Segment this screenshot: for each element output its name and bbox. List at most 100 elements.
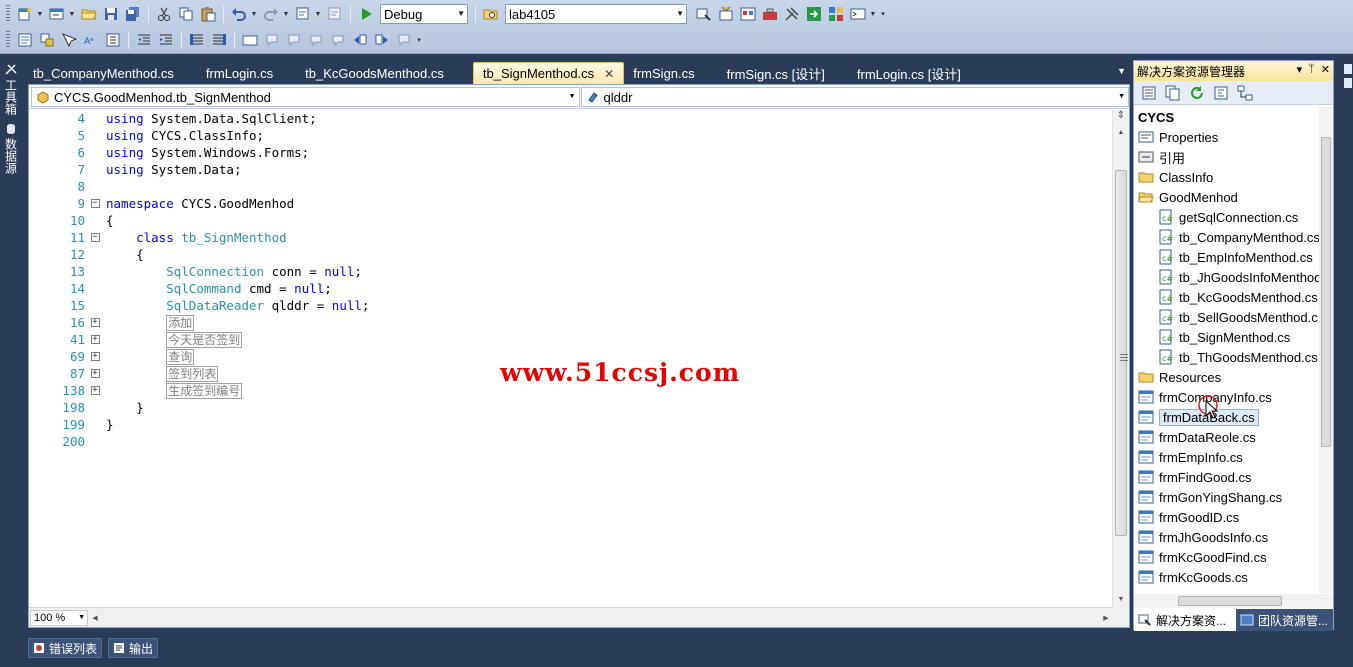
horizontal-scrollbar[interactable]: 100 % ▼ ◀ ▶ <box>29 607 1113 627</box>
expand-icon[interactable]: + <box>90 369 100 378</box>
code-line[interactable]: 12 { <box>29 246 1113 263</box>
split-handle-icon[interactable]: ⇕ <box>1115 110 1127 124</box>
cut-icon[interactable] <box>155 5 173 23</box>
types-dropdown[interactable]: CYCS.GoodMenhod.tb_SignMenthod ▼ <box>31 87 580 107</box>
close-icon[interactable]: ✕ <box>1321 63 1330 76</box>
tab-error-list[interactable]: 错误列表 <box>28 638 103 658</box>
next-bookmark-in-document-icon[interactable] <box>373 31 391 49</box>
start-page-icon[interactable] <box>805 5 823 23</box>
solution-config-select[interactable]: Debug ▼ <box>380 4 468 24</box>
tree-item[interactable]: Resources <box>1138 367 1221 387</box>
tree-item[interactable]: c# tb_SellGoodsMenthod.c <box>1158 307 1318 327</box>
collapsed-region[interactable]: 查询 <box>166 349 195 365</box>
tree-item[interactable]: frmKcGoodFind.cs <box>1138 547 1267 567</box>
start-debugging-icon[interactable] <box>357 5 375 23</box>
code-line[interactable]: 5 using CYCS.ClassInfo; <box>29 127 1113 144</box>
tab-solution-explorer[interactable]: 解决方案资... <box>1134 609 1236 631</box>
comment-lines-icon[interactable] <box>188 31 206 49</box>
chevron-down-icon[interactable]: ▼ <box>250 5 258 23</box>
chevron-down-icon[interactable]: ▼ <box>78 614 85 621</box>
code-line[interactable]: 15 SqlDataReader qlddr = null; <box>29 297 1113 314</box>
tree-item[interactable]: Properties <box>1138 127 1218 147</box>
tree-item[interactable]: c# tb_KcGoodsMenthod.cs <box>1158 287 1318 307</box>
class-diagram-icon[interactable] <box>1236 84 1254 102</box>
solution-horizontal-scrollbar[interactable] <box>1134 594 1333 608</box>
copy-icon[interactable] <box>177 5 195 23</box>
solution-tree[interactable]: CYCS Properties 引用 ClassInfo GoodMenhod c# get… <box>1134 107 1320 594</box>
scroll-thumb[interactable] <box>1115 170 1128 536</box>
outline-icon[interactable] <box>104 31 122 49</box>
auto-hide-pin-icon[interactable]: ᛘ <box>1308 63 1315 76</box>
tab-team-explorer[interactable]: 团队资源管... <box>1236 609 1333 631</box>
tree-item[interactable]: CYCS <box>1138 107 1174 127</box>
new-project-icon[interactable] <box>16 5 34 23</box>
solution-explorer-icon[interactable] <box>695 5 713 23</box>
members-dropdown[interactable]: qlddr ▼ <box>580 87 1129 107</box>
open-folder-icon[interactable] <box>80 5 98 23</box>
code-line[interactable]: 8 <box>29 178 1113 195</box>
tree-item[interactable]: c# getSqlConnection.cs <box>1158 207 1298 227</box>
vertical-scrollbar[interactable]: ⇕ ▲ ▼ <box>1112 110 1129 607</box>
zoom-select[interactable]: 100 % ▼ <box>30 609 88 626</box>
tree-item[interactable]: 引用 <box>1138 147 1185 167</box>
undo-icon[interactable] <box>230 5 248 23</box>
tab-frmlogin-designer[interactable]: frmLogin.cs [设计] <box>848 62 970 84</box>
word-completion-icon[interactable]: Aᵃ <box>82 31 100 49</box>
tree-item[interactable]: frmDataReole.cs <box>1138 427 1256 447</box>
tree-item[interactable]: c# tb_CompanyMenthod.cs <box>1158 227 1320 247</box>
find-in-files-icon[interactable] <box>482 5 500 23</box>
tools-icon[interactable] <box>783 5 801 23</box>
increase-indent-icon[interactable] <box>157 31 175 49</box>
parameter-info-icon[interactable] <box>38 31 56 49</box>
chevron-down-icon[interactable]: ▼ <box>569 93 576 100</box>
code-line[interactable]: 14 SqlCommand cmd = null; <box>29 280 1113 297</box>
show-all-files-icon[interactable] <box>1164 84 1182 102</box>
next-bookmark-in-folder-icon[interactable] <box>329 31 347 49</box>
tree-item[interactable]: c# tb_ThGoodsMenthod.cs <box>1158 347 1318 367</box>
tab-tb-companymenthod[interactable]: tb_CompanyMenthod.cs <box>24 62 183 84</box>
decrease-indent-icon[interactable] <box>135 31 153 49</box>
tree-item[interactable]: frmEmpInfo.cs <box>1138 447 1243 467</box>
toolbar-overflow-icon[interactable]: ▾ <box>415 31 423 49</box>
code-line[interactable]: 199} <box>29 416 1113 433</box>
code-line[interactable]: 200 <box>29 433 1113 450</box>
chevron-down-icon[interactable]: ▼ <box>457 9 465 18</box>
scroll-right-icon[interactable]: ▶ <box>1099 614 1113 622</box>
collapsed-region[interactable]: 今天是否签到 <box>166 332 243 348</box>
toolbox-icon[interactable] <box>761 5 779 23</box>
scroll-thumb[interactable] <box>1178 596 1282 606</box>
tree-item[interactable]: frmJhGoodsInfo.cs <box>1138 527 1268 547</box>
code-line[interactable]: 10 { <box>29 212 1113 229</box>
code-line[interactable]: 4 using System.Data.SqlClient; <box>29 110 1113 127</box>
code-line[interactable]: 41 + 今天是否签到 <box>29 331 1113 348</box>
refresh-icon[interactable] <box>1188 84 1206 102</box>
toolbar-grip[interactable] <box>6 5 10 23</box>
collapse-icon[interactable]: − <box>90 199 100 208</box>
save-all-icon[interactable] <box>124 5 142 23</box>
window-position-icon[interactable]: ▾ <box>1297 63 1303 76</box>
collapsed-region[interactable]: 添加 <box>166 315 195 331</box>
expand-icon[interactable]: + <box>90 352 100 361</box>
code-line[interactable]: 11− class tb_SignMenthod <box>29 229 1113 246</box>
collapse-icon[interactable]: − <box>90 233 100 242</box>
toolbar-grip[interactable] <box>6 31 10 49</box>
previous-bookmark-in-folder-icon[interactable] <box>307 31 325 49</box>
scroll-up-icon[interactable]: ▲ <box>1113 126 1129 140</box>
active-files-dropdown-icon[interactable]: ▼ <box>1117 66 1126 76</box>
display-object-member-list-icon[interactable] <box>16 31 34 49</box>
chevron-down-icon[interactable]: ▼ <box>676 9 684 18</box>
quick-info-icon[interactable] <box>60 31 78 49</box>
data-sources-tab[interactable]: 数据源 <box>1 119 21 178</box>
code-line[interactable]: 7 using System.Data; <box>29 161 1113 178</box>
code-line[interactable]: 6 using System.Windows.Forms; <box>29 144 1113 161</box>
tab-tb-signmenthod[interactable]: tb_SignMenthod.cs ✕ <box>472 62 625 84</box>
navigate-forward-icon[interactable] <box>326 5 344 23</box>
tree-item[interactable]: frmGonYingShang.cs <box>1138 487 1282 507</box>
chevron-down-icon[interactable]: ▼ <box>1118 93 1125 100</box>
add-item-icon[interactable] <box>48 5 66 23</box>
next-bookmark-icon[interactable] <box>285 31 303 49</box>
tree-item[interactable]: GoodMenhod <box>1138 187 1238 207</box>
expand-icon[interactable]: + <box>90 386 100 395</box>
code-line[interactable]: 13 SqlConnection conn = null; <box>29 263 1113 280</box>
code-line[interactable]: 9− namespace CYCS.GoodMenhod <box>29 195 1113 212</box>
